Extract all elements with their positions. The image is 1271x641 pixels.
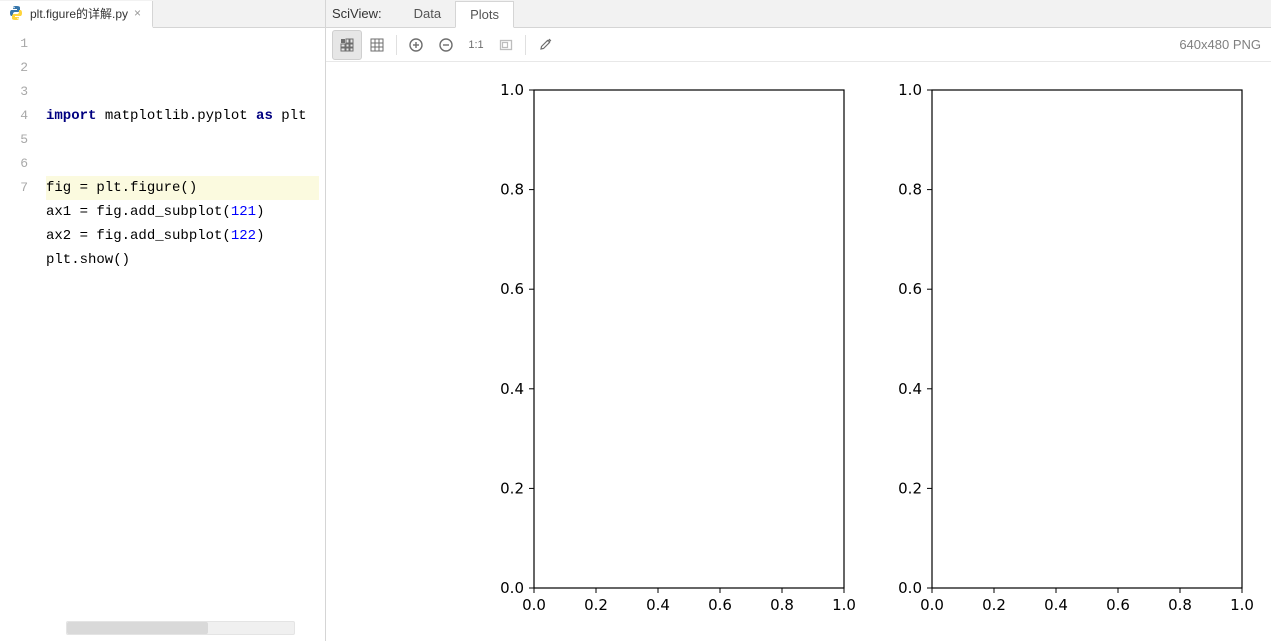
svg-text:0.4: 0.4	[646, 596, 670, 614]
svg-text:0.2: 0.2	[982, 596, 1006, 614]
svg-text:0.8: 0.8	[770, 596, 794, 614]
close-icon[interactable]: ×	[134, 8, 144, 18]
zoom-actual-icon[interactable]: 1:1	[461, 30, 491, 60]
editor-pane: plt.figure的详解.py × 1234567 import matplo…	[0, 0, 326, 641]
svg-text:0.2: 0.2	[584, 596, 608, 614]
grid-single-icon[interactable]	[332, 30, 362, 60]
tab-data[interactable]: Data	[400, 0, 455, 27]
svg-text:0.0: 0.0	[500, 579, 524, 597]
toolbar-separator	[396, 35, 397, 55]
file-tab-label: plt.figure的详解.py	[30, 5, 128, 22]
editor-tab-bar: plt.figure的详解.py ×	[0, 0, 325, 28]
svg-text:0.6: 0.6	[708, 596, 732, 614]
sciview-pane: SciView: Data Plots 1:1	[326, 0, 1271, 641]
fit-window-icon[interactable]	[491, 30, 521, 60]
svg-text:1.0: 1.0	[898, 81, 922, 99]
line-number-gutter: 1234567	[0, 28, 46, 641]
svg-text:0.0: 0.0	[920, 596, 944, 614]
tab-plots[interactable]: Plots	[455, 1, 514, 28]
svg-text:0.0: 0.0	[522, 596, 546, 614]
svg-text:0.8: 0.8	[1168, 596, 1192, 614]
plot-area[interactable]: 0.00.20.40.60.81.00.00.20.40.60.81.00.00…	[326, 62, 1271, 641]
svg-text:0.2: 0.2	[898, 479, 922, 497]
file-tab[interactable]: plt.figure的详解.py ×	[0, 1, 153, 28]
matplotlib-figure: 0.00.20.40.60.81.00.00.20.40.60.81.00.00…	[476, 70, 1271, 640]
svg-text:0.6: 0.6	[500, 280, 524, 298]
svg-text:0.4: 0.4	[898, 380, 922, 398]
zoom-in-icon[interactable]	[401, 30, 431, 60]
svg-text:0.2: 0.2	[500, 479, 524, 497]
editor-horizontal-scrollbar[interactable]	[66, 621, 295, 635]
scrollbar-thumb[interactable]	[67, 622, 208, 634]
svg-text:1.0: 1.0	[832, 596, 856, 614]
zoom-out-icon[interactable]	[431, 30, 461, 60]
svg-text:0.6: 0.6	[898, 280, 922, 298]
svg-text:0.0: 0.0	[898, 579, 922, 597]
svg-text:0.6: 0.6	[1106, 596, 1130, 614]
python-file-icon	[8, 5, 24, 21]
svg-text:0.8: 0.8	[898, 181, 922, 199]
sciview-header: SciView: Data Plots	[326, 0, 1271, 28]
svg-text:1.0: 1.0	[500, 81, 524, 99]
svg-text:0.8: 0.8	[500, 181, 524, 199]
color-picker-icon[interactable]	[530, 30, 560, 60]
sciview-title: SciView:	[332, 6, 382, 21]
svg-text:0.4: 0.4	[500, 380, 524, 398]
code-area[interactable]: import matplotlib.pyplot as plt fig = pl…	[46, 28, 325, 641]
plot-toolbar: 1:1 640x480 PNG	[326, 28, 1271, 62]
editor-body[interactable]: 1234567 import matplotlib.pyplot as plt …	[0, 28, 325, 641]
grid-multi-icon[interactable]	[362, 30, 392, 60]
toolbar-separator	[525, 35, 526, 55]
image-dimensions-label: 640x480 PNG	[1179, 37, 1265, 52]
svg-text:0.4: 0.4	[1044, 596, 1068, 614]
svg-text:1.0: 1.0	[1230, 596, 1254, 614]
